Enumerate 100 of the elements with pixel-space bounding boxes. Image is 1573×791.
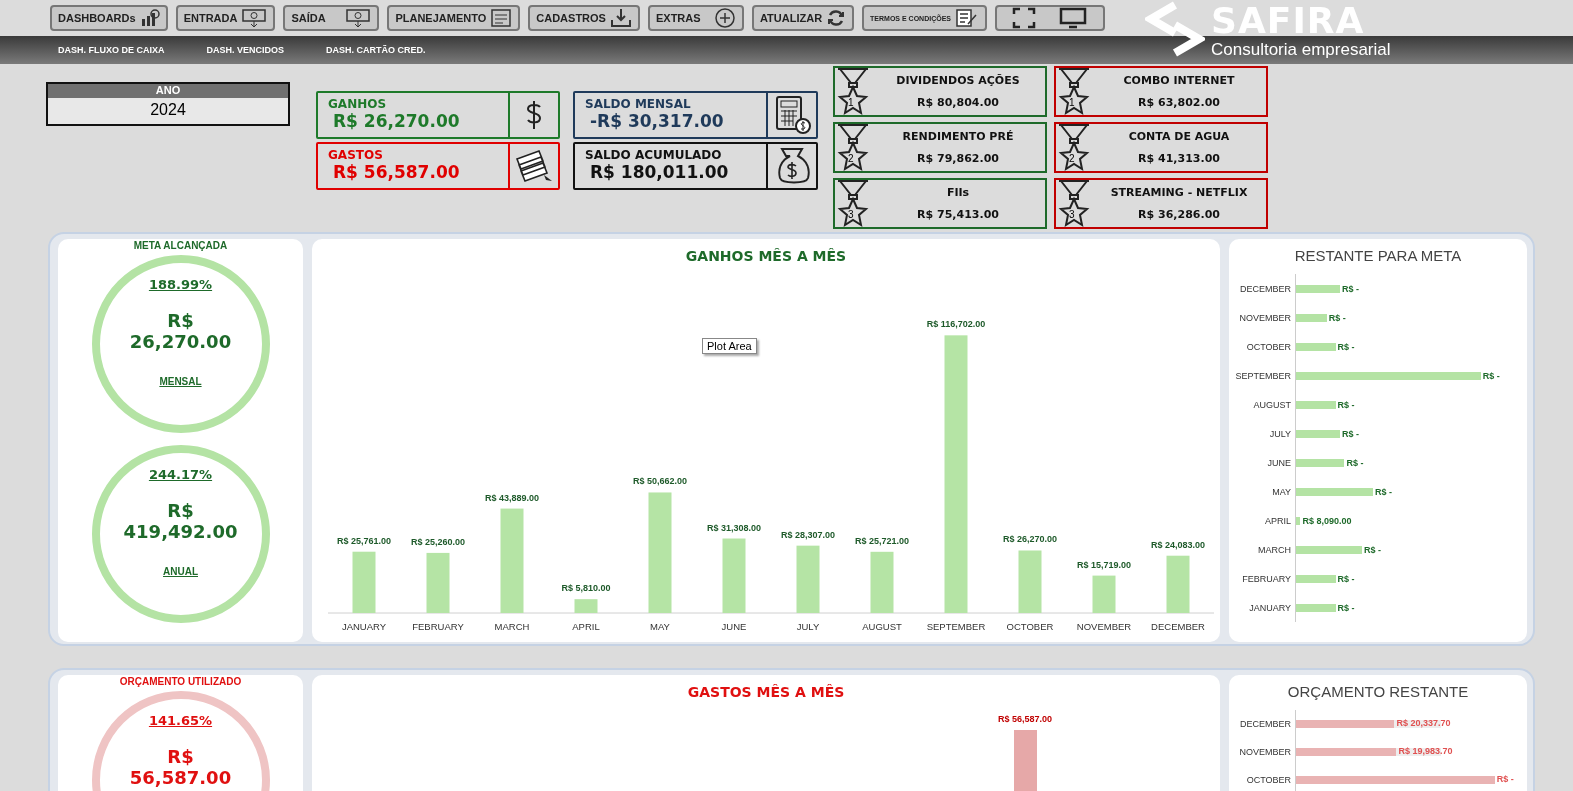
month-label: FEBRUARY xyxy=(1241,573,1292,584)
ranking-name: COMBO INTERNET xyxy=(1123,74,1235,88)
nav-button[interactable]: PLANEJAMENTO xyxy=(387,5,521,31)
rank-number: 3 xyxy=(848,209,854,220)
ranking-value: R$ 41,313.00 xyxy=(1138,151,1220,165)
month-label: MAY xyxy=(650,621,670,632)
month-label: AUGUST xyxy=(1252,399,1292,410)
month-label: OCTOBER xyxy=(1006,621,1054,632)
bar-value-label: R$ - xyxy=(1337,573,1355,584)
month-label: MARCH xyxy=(1257,544,1292,555)
bar-value-label: R$ 26,270.00 xyxy=(1003,534,1057,545)
month-label: AUGUST xyxy=(862,621,902,632)
nav-button[interactable]: SAÍDA xyxy=(283,5,380,31)
rank-number: 1 xyxy=(1069,97,1075,108)
ranking-name: STREAMING - NETFLIX xyxy=(1110,186,1248,200)
document-icon xyxy=(490,8,513,28)
goal-period: ANUAL xyxy=(163,566,198,577)
income-bar xyxy=(1092,575,1116,613)
bar-value-label: R$ 25,721.00 xyxy=(855,535,909,546)
banknote-icon xyxy=(345,8,372,28)
goal-period: MENSAL xyxy=(159,376,202,387)
month-label: JANUARY xyxy=(1248,602,1292,613)
ranking-name: DIVIDENDOS AÇÕES xyxy=(896,74,1020,88)
kpi-value: R$ 56,587.00 xyxy=(333,162,461,182)
bar-value-label: R$ 5,810.00 xyxy=(561,583,611,594)
month-label: SEPTEMBER xyxy=(926,621,986,632)
month-label: JUNE xyxy=(1266,457,1292,468)
kpi-value: -R$ 30,317.00 xyxy=(590,111,725,131)
month-label: MAY xyxy=(1271,486,1292,497)
logo-tagline: Consultoria empresarial xyxy=(1211,41,1391,58)
rank-number: 2 xyxy=(1069,153,1075,164)
display-button[interactable] xyxy=(995,5,1105,31)
kpi-label: GASTOS xyxy=(328,148,384,162)
bar-value-label: R$ - xyxy=(1337,602,1355,613)
ranking-value: R$ 36,286.00 xyxy=(1138,207,1220,221)
month-label: DECEMBER xyxy=(1239,719,1292,729)
kpi-label: SALDO ACUMULADO xyxy=(585,148,723,162)
dashboard-link[interactable]: DASH. CARTÃO CRED. xyxy=(326,45,426,55)
download-icon xyxy=(609,8,632,28)
year-field[interactable]: ANO 2024 xyxy=(46,82,290,126)
kpi-value: R$ 26,270.00 xyxy=(333,111,461,131)
goal-percent: 244.17% xyxy=(148,467,213,482)
bar-value-label: R$ 25,761.00 xyxy=(337,535,391,546)
ranking-value: R$ 79,862.00 xyxy=(917,151,999,165)
ranking-name: CONTA DE AGUA xyxy=(1128,130,1230,144)
income-bar xyxy=(426,552,450,613)
rank-number: 3 xyxy=(1069,209,1075,220)
bar-value-label: R$ 116,702.00 xyxy=(926,319,986,330)
dashboard-link[interactable]: DASH. FLUXO DE CAIXA xyxy=(58,45,165,55)
bar-value-label: R$ 56,587.00 xyxy=(998,714,1053,724)
rank-number: 2 xyxy=(848,153,854,164)
month-label: SEPTEMBER xyxy=(1234,370,1292,381)
nav-button[interactable]: ATUALIZAR xyxy=(751,5,855,31)
logo-icon xyxy=(1145,1,1205,57)
nav-button[interactable]: CADASTROS xyxy=(528,5,640,31)
ranking-name: RENDIMENTO PRÉ xyxy=(902,130,1014,144)
medal-icon xyxy=(836,178,870,229)
month-label: DECEMBER xyxy=(1239,283,1292,294)
plus-icon xyxy=(713,7,736,29)
bar-value-label: R$ 25,260.00 xyxy=(411,536,465,547)
income-bar xyxy=(352,551,376,613)
income-bar xyxy=(870,551,894,613)
fullscreen-icon xyxy=(1012,7,1037,29)
bar-value-label: R$ - xyxy=(1337,341,1355,352)
month-label: MARCH xyxy=(494,621,530,632)
month-label: JUNE xyxy=(721,621,747,632)
bar-value-label: R$ 15,719.00 xyxy=(1077,559,1131,570)
month-label: JANUARY xyxy=(341,621,387,632)
kpi-label: SALDO MENSAL xyxy=(585,97,692,111)
chart-title: GANHOS MÊS A MÊS xyxy=(685,248,847,264)
bar-value-label: R$ 8,090.00 xyxy=(1302,515,1352,526)
goal-currency: R$ xyxy=(167,310,194,331)
month-label: APRIL xyxy=(572,621,600,632)
month-label: JULY xyxy=(796,621,820,632)
medal-icon xyxy=(836,122,870,173)
goal-currency: R$ xyxy=(167,500,194,521)
bar-value-label: R$ 50,662.00 xyxy=(633,476,687,487)
bar-value-label: R$ 28,307.00 xyxy=(781,529,835,540)
dashboard-link[interactable]: DASH. VENCIDOS xyxy=(206,45,285,55)
goal-amount: 26,270.00 xyxy=(129,331,232,352)
income-bar xyxy=(1018,550,1042,613)
banknote-icon xyxy=(241,8,268,28)
medal-icon xyxy=(1057,122,1091,173)
ranking-value: R$ 80,804.00 xyxy=(917,95,999,109)
income-bar xyxy=(796,545,820,613)
monitor-icon xyxy=(1059,7,1088,29)
side-chart-title: RESTANTE PARA META xyxy=(1294,247,1462,264)
budget-amount: 56,587.00 xyxy=(129,767,232,788)
budget-currency: R$ xyxy=(167,746,194,767)
income-bar xyxy=(1166,555,1190,613)
budget-title: ORÇAMENTO UTILIZADO xyxy=(119,676,242,687)
ranking-value: R$ 75,413.00 xyxy=(917,207,999,221)
nav-button[interactable]: DASHBOARDs xyxy=(50,5,168,31)
month-label: OCTOBER xyxy=(1245,775,1292,785)
bar-value-label: R$ 19,983.70 xyxy=(1398,746,1453,756)
nav-button[interactable]: ENTRADA xyxy=(175,5,276,31)
nav-button[interactable]: EXTRAS xyxy=(647,5,744,31)
month-label: FEBRUARY xyxy=(412,621,464,632)
bar-value-label: R$ - xyxy=(1342,428,1359,439)
goal-percent: 188.99% xyxy=(148,277,213,292)
